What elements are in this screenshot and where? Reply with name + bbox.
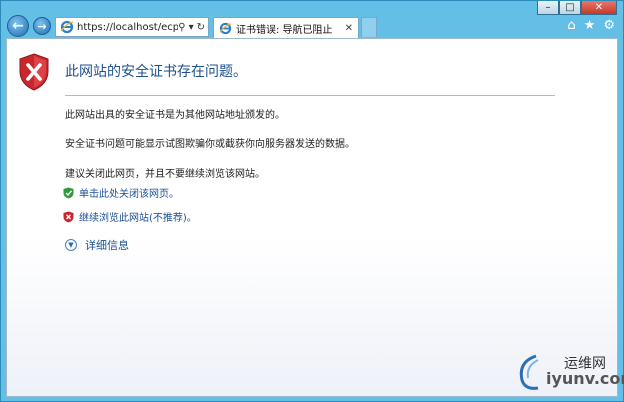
watermark: 运维网 iyunv.com <box>516 350 624 394</box>
maximize-button[interactable]: □ <box>559 1 581 15</box>
red-shield-icon <box>63 211 74 222</box>
back-button[interactable]: ← <box>7 15 29 37</box>
window-controls: – □ ✕ <box>537 1 617 15</box>
more-info-toggle[interactable]: ▼ 详细信息 <box>65 237 129 253</box>
address-tools: ⚲ ▾ ↻ <box>178 22 205 33</box>
risk-description: 安全证书问题可能显示试图欺骗你或截获你向服务器发送的数据。 <box>65 139 355 150</box>
ie-logo-icon <box>219 22 232 34</box>
forward-button[interactable]: → <box>33 17 51 35</box>
green-shield-icon <box>63 187 74 198</box>
star-icon[interactable]: ★ <box>584 18 596 33</box>
toolbar-right: ⌂ ★ ⚙ <box>567 18 615 33</box>
recommendation-text: 建议关闭此网页，并且不要继续浏览该网站。 <box>65 169 265 180</box>
close-window-button[interactable]: ✕ <box>581 1 617 15</box>
browser-window: – □ ✕ ← → https://localhost/ecp ⚲ ▾ ↻ 证书… <box>0 0 624 402</box>
tab-title: 证书错误: 导航已阻止 <box>236 24 333 36</box>
refresh-icon[interactable]: ↻ <box>197 22 205 33</box>
page-title: 此网站的安全证书存在问题。 <box>65 64 247 80</box>
watermark-swirl-icon <box>519 354 539 390</box>
minimize-button[interactable]: – <box>537 1 559 15</box>
address-bar[interactable]: https://localhost/ecp ⚲ ▾ ↻ <box>55 17 209 37</box>
close-page-link-row[interactable]: 单击此处关闭该网页。 <box>63 185 179 200</box>
dropdown-icon[interactable]: ▾ <box>189 22 194 33</box>
close-page-link[interactable]: 单击此处关闭该网页。 <box>79 185 179 200</box>
chevron-down-icon: ▼ <box>65 239 77 251</box>
tab-certificate-error[interactable]: 证书错误: 导航已阻止 ✕ <box>213 17 359 38</box>
error-description: 此网站出具的安全证书是为其他网站地址颁发的。 <box>65 110 285 121</box>
new-tab-button[interactable] <box>361 17 377 37</box>
address-url[interactable]: https://localhost/ecp <box>77 22 178 33</box>
page-content: 此网站的安全证书存在问题。 此网站出具的安全证书是为其他网站地址颁发的。 安全证… <box>6 38 618 397</box>
watermark-en: iyunv.com <box>546 369 624 388</box>
continue-to-site-link[interactable]: 继续浏览此网站(不推荐)。 <box>79 209 197 224</box>
ie-logo-icon <box>60 20 74 34</box>
home-icon[interactable]: ⌂ <box>567 18 575 33</box>
divider <box>65 95 555 96</box>
error-shield-icon <box>19 53 49 91</box>
search-icon[interactable]: ⚲ <box>178 22 185 33</box>
gear-icon[interactable]: ⚙ <box>603 18 615 33</box>
tab-close-icon[interactable]: ✕ <box>345 23 353 34</box>
continue-link-row[interactable]: 继续浏览此网站(不推荐)。 <box>63 209 197 224</box>
more-info-label: 详细信息 <box>85 239 129 252</box>
